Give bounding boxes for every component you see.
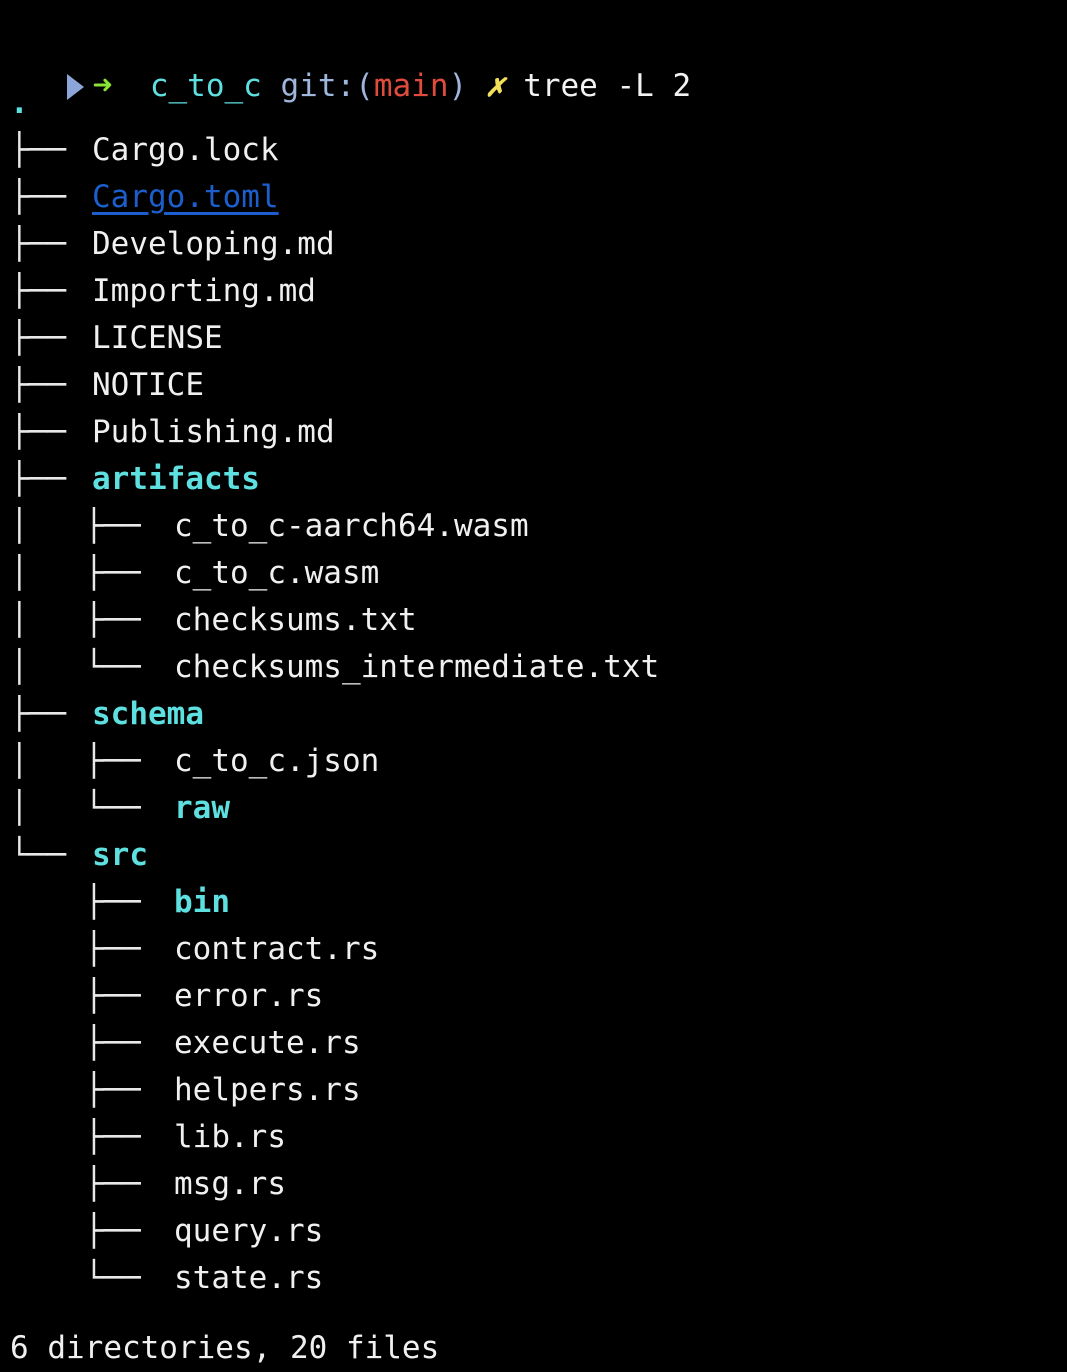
tree-file-link[interactable]: Cargo.toml (92, 174, 279, 221)
tree-branch-glyph: ├── (10, 884, 141, 920)
tree-file-name: NOTICE (92, 367, 204, 403)
tree-row: ├── contract.rs (0, 926, 1067, 973)
tree-row: ├── helpers.rs (0, 1067, 1067, 1114)
tree-row: ├── execute.rs (0, 1020, 1067, 1067)
tree-branch-glyph: ├── (10, 931, 141, 967)
tree-branch-glyph: └── (10, 837, 66, 873)
tree-row: ├── lib.rs (0, 1114, 1067, 1161)
tree-branch-glyph: │ └── (10, 790, 141, 826)
tree-branch-glyph: ├── (10, 1025, 141, 1061)
tree-branch-glyph: ├── (10, 1119, 141, 1155)
tree-file-name: checksums.txt (174, 602, 417, 638)
tree-file-name: lib.rs (174, 1119, 286, 1155)
tree-row: ├── Cargo.toml (0, 174, 1067, 221)
tree-row: ├── query.rs (0, 1208, 1067, 1255)
tree-row: │ └── checksums_intermediate.txt (0, 644, 1067, 691)
tree-branch-glyph: │ ├── (10, 508, 141, 544)
tree-branch-glyph: ├── (10, 1166, 141, 1202)
tree-file-name: query.rs (174, 1213, 324, 1249)
tree-directory-name: . (10, 85, 29, 121)
tree-row: ├── Importing.md (0, 268, 1067, 315)
tree-branch-glyph: │ └── (10, 649, 141, 685)
tree-branch-glyph: ├── (10, 273, 66, 309)
tree-branch-glyph: ├── (10, 696, 66, 732)
tree-row: ├── artifacts (0, 456, 1067, 503)
tree-file-name: checksums_intermediate.txt (174, 649, 660, 685)
tree-row: ├── bin (0, 879, 1067, 926)
tree-directory-name: artifacts (92, 461, 260, 497)
tree-directory-name: src (92, 837, 148, 873)
tree-file-name: helpers.rs (174, 1072, 361, 1108)
tree-file-name: c_to_c.json (174, 743, 380, 779)
tree-file-name: execute.rs (174, 1025, 361, 1061)
tree-row: │ └── raw (0, 785, 1067, 832)
tree-row: ├── Publishing.md (0, 409, 1067, 456)
tree-branch-glyph: ├── (10, 978, 141, 1014)
tree-file-name: Publishing.md (92, 414, 335, 450)
tree-file-name: Cargo.lock (92, 132, 279, 168)
tree-row: ├── LICENSE (0, 315, 1067, 362)
tree-output: . ├── Cargo.lock ├── Cargo.toml ├── Developing… (0, 80, 1067, 1302)
tree-row: ├── error.rs (0, 973, 1067, 1020)
tree-branch-glyph: │ ├── (10, 602, 141, 638)
tree-branch-glyph: ├── (10, 132, 66, 168)
tree-file-name: c_to_c-aarch64.wasm (174, 508, 529, 544)
tree-file-name: Importing.md (92, 273, 316, 309)
tree-row: └── state.rs (0, 1255, 1067, 1302)
tree-branch-glyph: ├── (10, 320, 66, 356)
terminal-window: ➜ c_to_c git:(main) ✗ tree -L 2 . ├── Carg… (0, 0, 1067, 1366)
tree-directory-name: raw (174, 790, 230, 826)
tree-row: │ ├── checksums.txt (0, 597, 1067, 644)
tree-file-name: c_to_c.wasm (174, 555, 380, 591)
clipped-previous-line (10, 0, 29, 8)
tree-directory-name: bin (174, 884, 230, 920)
tree-file-name: error.rs (174, 978, 324, 1014)
tree-row: ├── msg.rs (0, 1161, 1067, 1208)
tree-summary: 6 directories, 20 files (10, 1330, 440, 1366)
tree-branch-glyph: │ ├── (10, 743, 141, 779)
shell-prompt-line: ➜ c_to_c git:(main) ✗ tree -L 2 (0, 14, 691, 104)
tree-branch-glyph: │ ├── (10, 555, 141, 591)
tree-row: │ ├── c_to_c-aarch64.wasm (0, 503, 1067, 550)
tree-branch-glyph: ├── (10, 1213, 141, 1249)
tree-file-name: Developing.md (92, 226, 335, 262)
tree-branch-glyph: ├── (10, 1072, 141, 1108)
tree-row: ├── Cargo.lock (0, 127, 1067, 174)
tree-file-name: state.rs (174, 1260, 324, 1296)
tree-file-name: LICENSE (92, 320, 223, 356)
tree-branch-glyph: ├── (10, 414, 66, 450)
tree-row: │ ├── c_to_c.json (0, 738, 1067, 785)
tree-branch-glyph: ├── (10, 226, 66, 262)
tree-row: │ ├── c_to_c.wasm (0, 550, 1067, 597)
tree-row: ├── NOTICE (0, 362, 1067, 409)
tree-file-name: contract.rs (174, 931, 380, 967)
tree-branch-glyph: └── (10, 1260, 141, 1296)
tree-file-name: msg.rs (174, 1166, 286, 1202)
tree-row: ├── schema (0, 691, 1067, 738)
tree-row: └── src (0, 832, 1067, 879)
tree-row: . (0, 80, 1067, 127)
tree-branch-glyph: ├── (10, 179, 66, 215)
tree-directory-name: schema (92, 696, 204, 732)
tree-branch-glyph: ├── (10, 367, 66, 403)
tree-branch-glyph: ├── (10, 461, 66, 497)
tree-row: ├── Developing.md (0, 221, 1067, 268)
